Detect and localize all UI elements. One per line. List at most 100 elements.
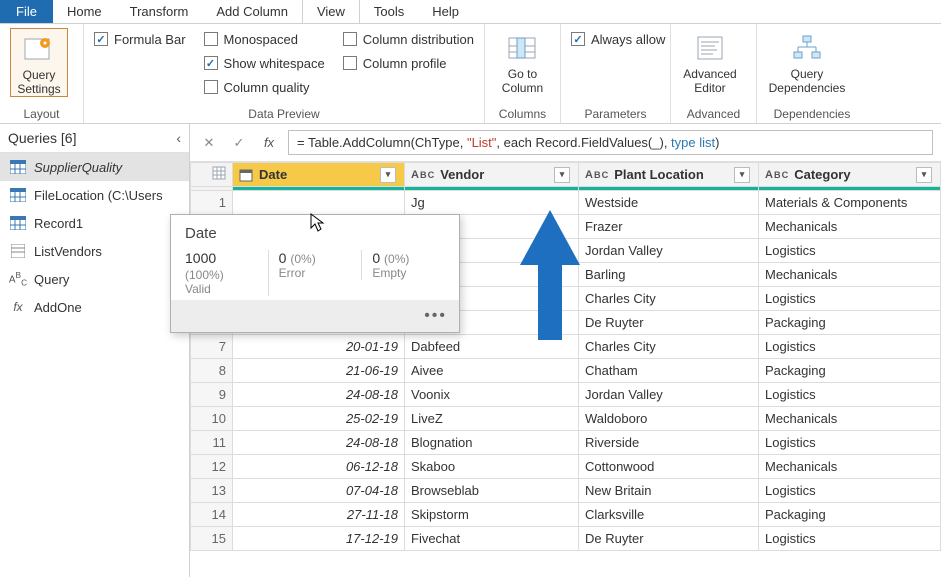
cell-vendor[interactable]: Fivechat: [405, 527, 579, 551]
cell-vendor[interactable]: Skipstorm: [405, 503, 579, 527]
cell-vendor[interactable]: Browseblab: [405, 479, 579, 503]
table-row[interactable]: 1427-11-18SkipstormClarksvillePackaging: [191, 503, 941, 527]
query-dependencies-button[interactable]: Query Dependencies: [767, 28, 847, 95]
cell-category[interactable]: Logistics: [759, 479, 941, 503]
cell-category[interactable]: Logistics: [759, 239, 941, 263]
table-row[interactable]: 1025-02-19LiveZWaldoboroMechanicals: [191, 407, 941, 431]
cell-plant[interactable]: New Britain: [579, 479, 759, 503]
column-header-category[interactable]: ABC Category ▾: [759, 163, 941, 187]
filter-chevron-icon[interactable]: ▾: [734, 167, 750, 183]
query-item-supplierquality[interactable]: SupplierQuality: [0, 153, 189, 181]
formula-bar-checkbox[interactable]: Formula Bar: [94, 28, 186, 50]
filter-chevron-icon[interactable]: ▾: [554, 167, 570, 183]
cell-date[interactable]: 17-12-19: [233, 527, 405, 551]
column-header-vendor[interactable]: ABC Vendor ▾: [405, 163, 579, 187]
cell-plant[interactable]: Waldoboro: [579, 407, 759, 431]
cell-category[interactable]: Mechanicals: [759, 455, 941, 479]
cell-vendor[interactable]: Dabfeed: [405, 335, 579, 359]
go-to-column-button[interactable]: Go to Column: [495, 28, 550, 95]
row-number[interactable]: 10: [191, 407, 233, 431]
cell-category[interactable]: Mechanicals: [759, 215, 941, 239]
row-number[interactable]: 11: [191, 431, 233, 455]
cell-category[interactable]: Mechanicals: [759, 263, 941, 287]
cell-category[interactable]: Packaging: [759, 359, 941, 383]
table-row[interactable]: 1124-08-18BlognationRiversideLogistics: [191, 431, 941, 455]
cell-vendor[interactable]: Aivee: [405, 359, 579, 383]
cell-plant[interactable]: Frazer: [579, 215, 759, 239]
cell-plant[interactable]: Cottonwood: [579, 455, 759, 479]
table-row[interactable]: 1 JgWestsideMaterials & Components: [191, 191, 941, 215]
menu-file[interactable]: File: [0, 0, 53, 23]
row-number[interactable]: 13: [191, 479, 233, 503]
cell-plant[interactable]: Charles City: [579, 287, 759, 311]
row-number[interactable]: 7: [191, 335, 233, 359]
query-item-filelocation-c-users[interactable]: FileLocation (C:\Users: [0, 181, 189, 209]
monospaced-checkbox[interactable]: Monospaced: [204, 28, 325, 50]
cell-date[interactable]: 07-04-18: [233, 479, 405, 503]
cell-date[interactable]: 24-08-18: [233, 383, 405, 407]
row-number[interactable]: 12: [191, 455, 233, 479]
table-row[interactable]: 821-06-19AiveeChathamPackaging: [191, 359, 941, 383]
cell-plant[interactable]: Westside: [579, 191, 759, 215]
row-number[interactable]: 14: [191, 503, 233, 527]
table-row[interactable]: 1307-04-18BrowseblabNew BritainLogistics: [191, 479, 941, 503]
cell-category[interactable]: Logistics: [759, 383, 941, 407]
cell-date[interactable]: 06-12-18: [233, 455, 405, 479]
table-row[interactable]: 1206-12-18SkabooCottonwoodMechanicals: [191, 455, 941, 479]
query-item-record1[interactable]: Record1: [0, 209, 189, 237]
cell-vendor[interactable]: Skaboo: [405, 455, 579, 479]
column-distribution-checkbox[interactable]: Column distribution: [343, 28, 474, 50]
filter-chevron-icon[interactable]: ▾: [380, 167, 396, 183]
cell-category[interactable]: Packaging: [759, 503, 941, 527]
menu-tools[interactable]: Tools: [360, 0, 418, 23]
cell-date[interactable]: [233, 191, 405, 215]
formula-input[interactable]: = Table.AddColumn(ChType, "List", each R…: [288, 130, 933, 155]
menu-help[interactable]: Help: [418, 0, 473, 23]
ellipsis-menu-button[interactable]: •••: [424, 307, 447, 325]
cell-category[interactable]: Packaging: [759, 311, 941, 335]
cell-date[interactable]: 21-06-19: [233, 359, 405, 383]
table-row[interactable]: 1517-12-19FivechatDe RuyterLogistics: [191, 527, 941, 551]
cell-category[interactable]: Materials & Components: [759, 191, 941, 215]
cell-category[interactable]: Mechanicals: [759, 407, 941, 431]
cell-plant[interactable]: Clarksville: [579, 503, 759, 527]
column-header-plant[interactable]: ABC Plant Location ▾: [579, 163, 759, 187]
menu-view[interactable]: View: [302, 0, 360, 23]
cell-category[interactable]: Logistics: [759, 527, 941, 551]
query-settings-button[interactable]: Query Settings: [10, 28, 68, 97]
cell-plant[interactable]: Chatham: [579, 359, 759, 383]
menu-home[interactable]: Home: [53, 0, 116, 23]
cell-plant[interactable]: Riverside: [579, 431, 759, 455]
cell-date[interactable]: 24-08-18: [233, 431, 405, 455]
query-item-addone[interactable]: fxAddOne: [0, 293, 189, 321]
cell-vendor[interactable]: Voonix: [405, 383, 579, 407]
query-item-listvendors[interactable]: ListVendors: [0, 237, 189, 265]
cell-plant[interactable]: Charles City: [579, 335, 759, 359]
cell-date[interactable]: 20-01-19: [233, 335, 405, 359]
cell-vendor[interactable]: Blognation: [405, 431, 579, 455]
row-number[interactable]: 15: [191, 527, 233, 551]
query-item-query[interactable]: ABCQuery: [0, 265, 189, 293]
table-row[interactable]: 720-01-19DabfeedCharles CityLogistics: [191, 335, 941, 359]
cell-plant[interactable]: Jordan Valley: [579, 239, 759, 263]
column-header-date[interactable]: Date ▾: [233, 163, 405, 187]
cell-category[interactable]: Logistics: [759, 431, 941, 455]
cell-plant[interactable]: Jordan Valley: [579, 383, 759, 407]
cell-category[interactable]: Logistics: [759, 335, 941, 359]
cell-date[interactable]: 25-02-19: [233, 407, 405, 431]
cell-vendor[interactable]: LiveZ: [405, 407, 579, 431]
formula-cancel-button[interactable]: ✕: [198, 132, 220, 154]
collapse-sidebar-button[interactable]: ‹: [176, 130, 181, 146]
row-number[interactable]: 8: [191, 359, 233, 383]
show-whitespace-checkbox[interactable]: Show whitespace: [204, 52, 325, 74]
column-quality-checkbox[interactable]: Column quality: [204, 76, 325, 98]
cell-plant[interactable]: De Ruyter: [579, 311, 759, 335]
fx-icon[interactable]: fx: [258, 132, 280, 154]
cell-vendor[interactable]: Jg: [405, 191, 579, 215]
advanced-editor-button[interactable]: Advanced Editor: [681, 28, 739, 95]
always-allow-checkbox[interactable]: Always allow: [571, 28, 665, 50]
row-number[interactable]: 1: [191, 191, 233, 215]
table-row[interactable]: 924-08-18VoonixJordan ValleyLogistics: [191, 383, 941, 407]
formula-accept-button[interactable]: ✓: [228, 132, 250, 154]
cell-plant[interactable]: De Ruyter: [579, 527, 759, 551]
